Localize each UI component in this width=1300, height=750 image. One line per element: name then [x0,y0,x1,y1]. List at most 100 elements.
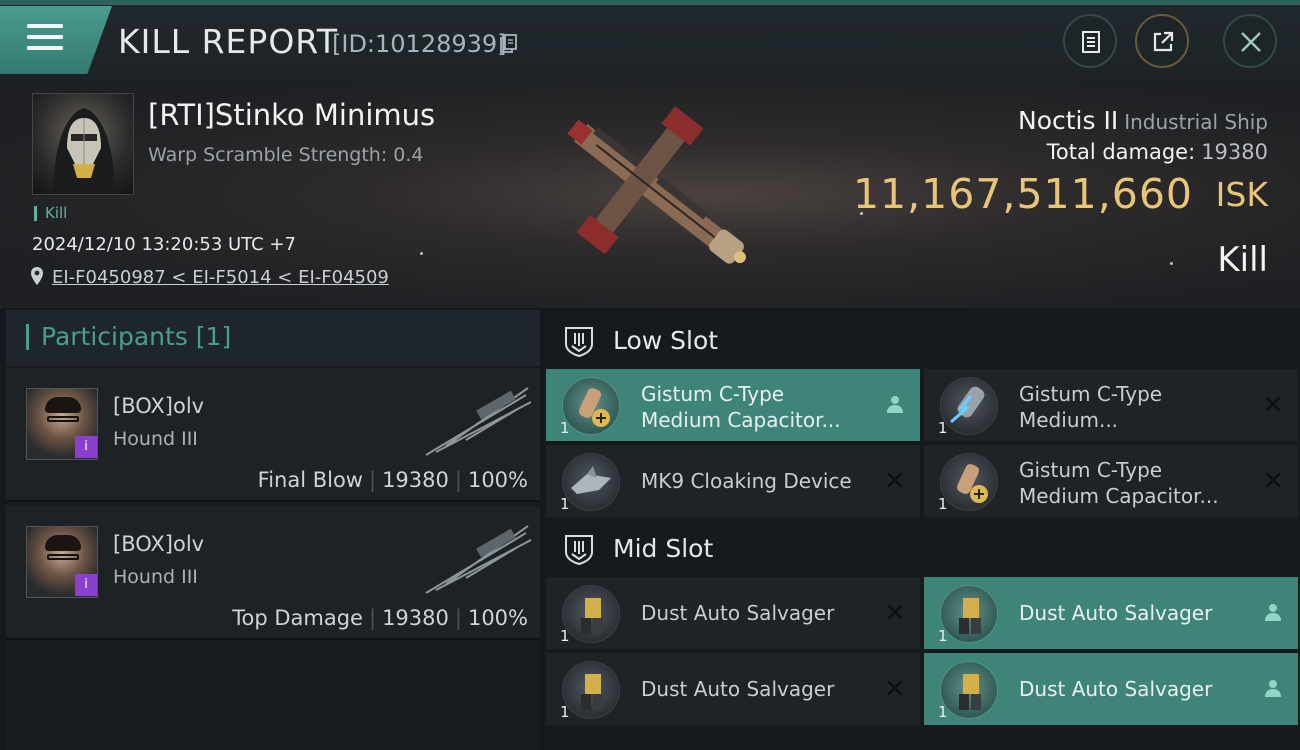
kill-tag: Kill [34,206,67,221]
avatar-glasses [47,554,79,560]
module-quantity: 1 [938,419,948,437]
participant-percent: 100% [467,468,528,492]
module-name-line: Gistum C-Type [1019,382,1163,406]
low-slot-header: Low Slot [544,312,1300,368]
isk-value: 11,167,511,660 [852,170,1193,218]
star [1170,262,1173,265]
module-quantity: 1 [560,627,570,645]
participant-role: Final Blow [257,468,363,492]
x-mark-icon [887,472,903,488]
participant-row[interactable]: i [BOX]olv Hound III Top Damage | 19380 | 10… [6,506,540,640]
participant-ship-image [425,525,532,594]
participants-title: Participants [1] [26,324,231,350]
module-name-line: Dust Auto Salvager [1019,601,1213,625]
x-mark-icon [887,680,903,696]
module-name: Gistum C-Type Medium... [1019,381,1259,433]
avatar[interactable]: i [26,388,98,460]
module-quantity: 1 [560,419,570,437]
person-icon [1265,680,1281,697]
person-icon [887,396,903,413]
star [420,252,423,255]
total-damage-label: Total damage: [1046,140,1196,164]
module-name-line: Dust Auto Salvager [641,677,835,701]
slot-shield-icon [565,327,593,358]
module-quantity: 1 [938,703,948,721]
participant-name[interactable]: [BOX]olv [113,394,204,418]
top-bar: KILL REPORT [ID:10128939] [0,0,1300,82]
module-name: Dust Auto Salvager [641,600,881,626]
participant-damage: 19380 [382,468,449,492]
ship-name[interactable]: Noctis II [1018,106,1118,135]
kill-outcome: Kill [1217,240,1268,280]
module-name: Gistum C-Type Medium Capacitor... [1019,457,1259,509]
share-icon [1153,31,1174,52]
capacitor-icon [562,377,620,435]
victim-portrait[interactable] [32,93,134,195]
warp-scramble-strength: Warp Scramble Strength: 0.4 [148,144,424,166]
cloaking-device-icon [562,453,620,511]
copy-icon[interactable] [500,34,518,54]
badge-icon: i [75,436,97,458]
module-name-line: Medium... [1019,408,1119,432]
module-name-line: Dust Auto Salvager [1019,677,1213,701]
ship-name-line: Noctis II Industrial Ship [1018,106,1268,135]
mid-slot-module[interactable]: 1 Dust Auto Salvager [546,653,920,725]
low-slot-module[interactable]: 1 Gistum C-Type Medium Capacitor... [924,445,1298,517]
participant-row[interactable]: i [BOX]olv Hound III Final Blow | 19380 | 10… [6,368,540,502]
fitting-panel: Low Slot 1 Gistum C-Type Medium Capacitor… [544,310,1300,750]
module-name-line: Gistum C-Type [1019,458,1163,482]
module-name-line: MK9 Cloaking Device [641,469,852,493]
clipboard-button[interactable] [1063,14,1117,68]
capacitor-battery-icon [940,377,998,435]
ship-image [567,106,746,264]
person-icon [1265,604,1281,621]
participant-ship: Hound III [113,566,198,588]
separator: | [454,468,462,492]
avatar-hair [45,535,81,551]
module-name: Gistum C-Type Medium Capacitor... [641,381,881,433]
report-id: [ID:10128939] [332,30,507,58]
module-quantity: 1 [560,495,570,513]
salvager-icon [940,585,998,643]
module-name: Dust Auto Salvager [1019,600,1259,626]
total-damage-value: 19380 [1201,140,1268,164]
avatar[interactable]: i [26,526,98,598]
mid-slot-module[interactable]: 1 Dust Auto Salvager [924,653,1298,725]
salvager-icon [562,661,620,719]
victim-name[interactable]: [RTI]Stinko Minimus [148,98,435,132]
clipboard-icon [1082,31,1100,53]
x-mark-icon [1265,396,1281,412]
module-name-line: Dust Auto Salvager [641,601,835,625]
module-name: MK9 Cloaking Device [641,468,881,494]
hamburger-icon[interactable] [27,24,63,52]
low-slot-module[interactable]: 1 Gistum C-Type Medium Capacitor... [546,369,920,441]
x-mark-icon [1265,472,1281,488]
mid-slot-module[interactable]: 1 Dust Auto Salvager [924,577,1298,649]
close-icon [1241,32,1261,52]
module-quantity: 1 [938,627,948,645]
salvager-icon [562,585,620,643]
participants-header[interactable]: Participants [1] [6,310,540,366]
avatar-glasses [47,416,79,422]
share-button[interactable] [1135,14,1189,68]
kill-datetime: 2024/12/10 13:20:53 UTC +7 [32,234,296,255]
location-path[interactable]: EI-F0450987 < EI-F5014 < EI-F04509 [52,267,389,288]
hooded-pilot-image [53,108,115,194]
low-slot-module[interactable]: 1 MK9 Cloaking Device [546,445,920,517]
low-slot-title: Low Slot [613,326,719,355]
total-damage: Total damage: 19380 [1047,140,1268,164]
mid-slot-header: Mid Slot [544,520,1300,576]
low-slot-module[interactable]: 1 Gistum C-Type Medium... [924,369,1298,441]
kill-location[interactable]: EI-F0450987 < EI-F5014 < EI-F04509 [30,266,389,288]
close-button[interactable] [1223,14,1277,68]
capacitor-icon [940,453,998,511]
module-name-line: Medium Capacitor... [641,408,841,432]
participant-name[interactable]: [BOX]olv [113,532,204,556]
module-name: Dust Auto Salvager [1019,676,1259,702]
mid-slot-module[interactable]: 1 Dust Auto Salvager [546,577,920,649]
participant-damage: 19380 [382,606,449,630]
avatar-hair [45,397,81,413]
participants-panel: Participants [1] i [BOX]olv Hound III Fi… [6,310,540,750]
module-quantity: 1 [560,703,570,721]
x-mark-icon [887,604,903,620]
